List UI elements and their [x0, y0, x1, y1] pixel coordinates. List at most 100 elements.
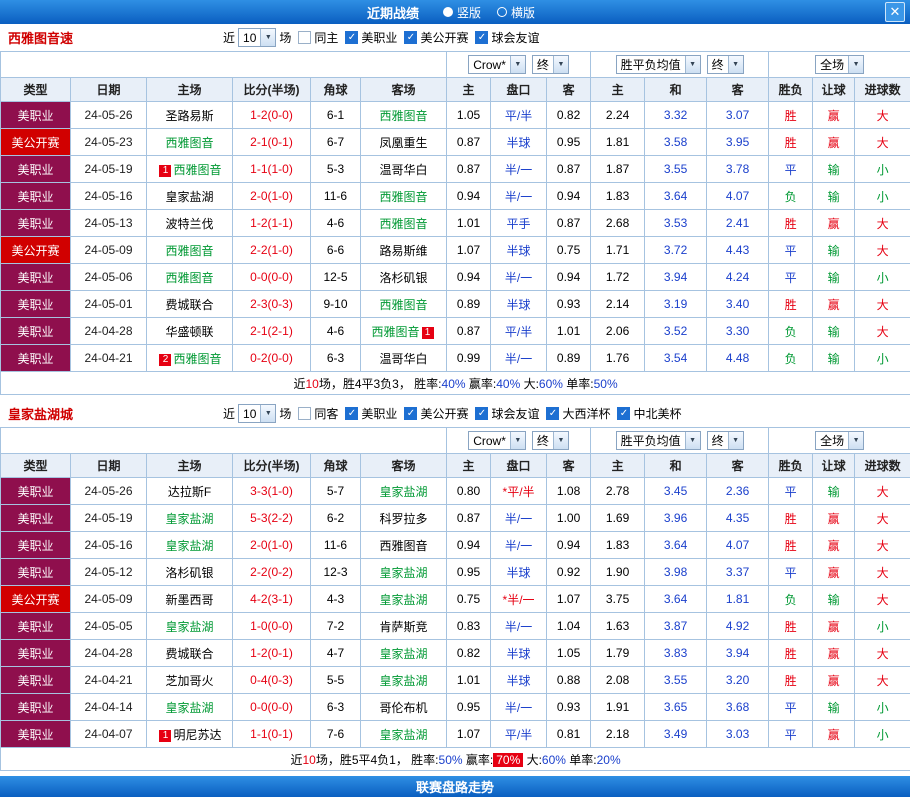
score-cell[interactable]: 1-2(0-1) [232, 639, 311, 667]
score-cell[interactable]: 0-2(0-0) [232, 344, 311, 372]
filter-checkbox[interactable]: 同主 [298, 29, 338, 46]
home-team-cell[interactable]: 1 西雅图音 [146, 155, 233, 183]
score-cell[interactable]: 2-2(0-2) [232, 558, 311, 586]
radio-horizontal[interactable]: 横版 [497, 4, 535, 21]
filter-checkbox[interactable]: ✓ 球会友谊 [475, 405, 539, 422]
away-team-cell[interactable]: 西雅图音 [359, 290, 448, 318]
filter-checkbox[interactable]: ✓ 美公开赛 [404, 29, 468, 46]
filter-checkbox[interactable]: ✓ 球会友谊 [475, 29, 539, 46]
away-team-cell[interactable]: 凤凰重生 [359, 128, 448, 156]
home-team-cell[interactable]: 圣路易斯 [146, 101, 233, 129]
asian-final-select[interactable]: 终 ▼ [531, 430, 569, 450]
scope-select[interactable]: 全场 ▼ [815, 55, 865, 74]
score-cell[interactable]: 2-1(2-1) [232, 317, 311, 345]
europe-final-select[interactable]: 终 ▼ [706, 55, 744, 74]
home-team-cell[interactable]: 费城联合 [146, 639, 233, 667]
checkbox-unchecked-icon [298, 31, 312, 44]
away-team-cell[interactable]: 西雅图音 [359, 101, 448, 129]
score-cell[interactable]: 2-3(0-3) [232, 290, 311, 318]
home-team-cell[interactable]: 皇家盐湖 [146, 182, 233, 210]
away-team-cell[interactable]: 皇家盐湖 [359, 639, 448, 667]
score-cell[interactable]: 1-2(1-1) [232, 209, 311, 237]
home-team-cell[interactable]: 波特兰伐 [146, 209, 233, 237]
asian-home-odds: 0.75 [446, 585, 492, 613]
europe-final-select[interactable]: 终 ▼ [706, 431, 744, 450]
away-team-cell[interactable]: 西雅图音 [359, 531, 448, 559]
home-team-cell[interactable]: 1 明尼苏达 [146, 720, 233, 748]
away-team-cell[interactable]: 肯萨斯竞 [359, 612, 448, 640]
away-team-cell[interactable]: 皇家盐湖 [359, 720, 448, 748]
filter-checkbox[interactable]: ✓ 中北美杯 [617, 405, 682, 422]
euro-draw-odds: 3.54 [644, 344, 708, 372]
score-cell[interactable]: 0-0(0-0) [232, 263, 311, 291]
odds-company-select[interactable]: Crow* ▼ [468, 55, 526, 75]
europe-odds-select[interactable]: 胜平负均值 ▼ [615, 55, 701, 74]
home-team-cell[interactable]: 皇家盐湖 [146, 693, 233, 721]
filter-checkbox[interactable]: ✓ 美公开赛 [404, 405, 468, 422]
result-cell: 胜 [768, 666, 814, 694]
home-team-cell[interactable]: 2 西雅图音 [146, 344, 233, 372]
handicap-result-cell: 赢 [812, 639, 856, 667]
score-cell[interactable]: 4-2(3-1) [232, 585, 311, 613]
score-cell[interactable]: 2-1(0-1) [232, 128, 311, 156]
score-cell[interactable]: 1-0(0-0) [232, 612, 311, 640]
scope-select[interactable]: 全场 ▼ [815, 431, 865, 450]
asian-final-select[interactable]: 终 ▼ [531, 54, 569, 74]
away-team-cell[interactable]: 皇家盐湖 [359, 477, 448, 505]
filter-checkbox[interactable]: ✓ 美职业 [345, 29, 397, 46]
filter-checkbox[interactable]: 同客 [298, 405, 338, 422]
home-team-cell[interactable]: 西雅图音 [146, 128, 233, 156]
filter-checkbox[interactable]: ✓ 大西洋杯 [546, 405, 610, 422]
odds-company-select[interactable]: Crow* ▼ [468, 431, 526, 451]
score-cell[interactable]: 2-0(1-0) [232, 182, 311, 210]
home-team-cell[interactable]: 费城联合 [146, 290, 233, 318]
away-team-cell[interactable]: 皇家盐湖 [359, 585, 448, 613]
away-team-cell[interactable]: 西雅图音 1 [359, 317, 448, 345]
score-cell[interactable]: 5-3(2-2) [232, 504, 311, 532]
home-team-cell[interactable]: 达拉斯F [146, 477, 233, 505]
match-count-select[interactable]: 10 ▼ [238, 404, 277, 423]
column-header: 比分(半场) [232, 77, 311, 102]
score-cell[interactable]: 1-1(0-1) [232, 720, 311, 748]
score-cell[interactable]: 1-1(1-0) [232, 155, 311, 183]
close-icon[interactable]: ✕ [885, 2, 905, 22]
away-team-cell[interactable]: 温哥华白 [359, 155, 448, 183]
home-team-cell[interactable]: 皇家盐湖 [146, 612, 233, 640]
away-team-cell[interactable]: 路易斯维 [359, 236, 448, 264]
home-team-cell[interactable]: 芝加哥火 [146, 666, 233, 694]
away-team-cell[interactable]: 西雅图音 [359, 182, 448, 210]
away-team-cell[interactable]: 洛杉矶银 [359, 263, 448, 291]
away-team-cell[interactable]: 皇家盐湖 [359, 558, 448, 586]
away-team-cell[interactable]: 哥伦布机 [359, 693, 448, 721]
europe-odds-select[interactable]: 胜平负均值 ▼ [615, 431, 701, 450]
home-team-cell[interactable]: 皇家盐湖 [146, 504, 233, 532]
select-value: 10 [243, 406, 257, 421]
corner-cell: 12-5 [310, 263, 361, 291]
away-team-cell[interactable]: 皇家盐湖 [359, 666, 448, 694]
score-cell[interactable]: 1-2(0-0) [232, 101, 311, 129]
bottombar-link[interactable]: 联赛盘路走势 [0, 776, 910, 797]
score-cell[interactable]: 0-4(0-3) [232, 666, 311, 694]
home-team-cell[interactable]: 洛杉矶银 [146, 558, 233, 586]
home-team-cell[interactable]: 西雅图音 [146, 263, 233, 291]
score-cell[interactable]: 2-0(1-0) [232, 531, 311, 559]
match-row: 美职业 24-04-14 皇家盐湖 0-0(0-0) 6-3 哥伦布机 0.95 半/一 0.9… [0, 693, 910, 721]
match-row: 美职业 24-05-26 圣路易斯 1-2(0-0) 6-1 西雅图音 1.05 平/半 0.8… [0, 101, 910, 129]
match-count-select[interactable]: 10 ▼ [238, 28, 277, 47]
select-value: 终 [711, 58, 724, 72]
home-team-cell[interactable]: 西雅图音 [146, 236, 233, 264]
score-cell[interactable]: 0-0(0-0) [232, 693, 311, 721]
radio-vertical[interactable]: 竖版 [442, 4, 481, 21]
home-team-cell[interactable]: 皇家盐湖 [146, 531, 233, 559]
score-cell[interactable]: 2-2(1-0) [232, 236, 311, 264]
result-cell: 胜 [768, 612, 814, 640]
home-team-cell[interactable]: 华盛顿联 [146, 317, 233, 345]
away-team-cell[interactable]: 温哥华白 [359, 344, 448, 372]
filter-checkbox[interactable]: ✓ 美职业 [345, 405, 397, 422]
home-team-cell[interactable]: 新墨西哥 [146, 585, 233, 613]
away-team-cell[interactable]: 西雅图音 [359, 209, 448, 237]
handicap-cell: 半/一 [490, 504, 548, 532]
corner-cell: 5-7 [310, 477, 361, 505]
score-cell[interactable]: 3-3(1-0) [232, 477, 311, 505]
away-team-cell[interactable]: 科罗拉多 [359, 504, 448, 532]
